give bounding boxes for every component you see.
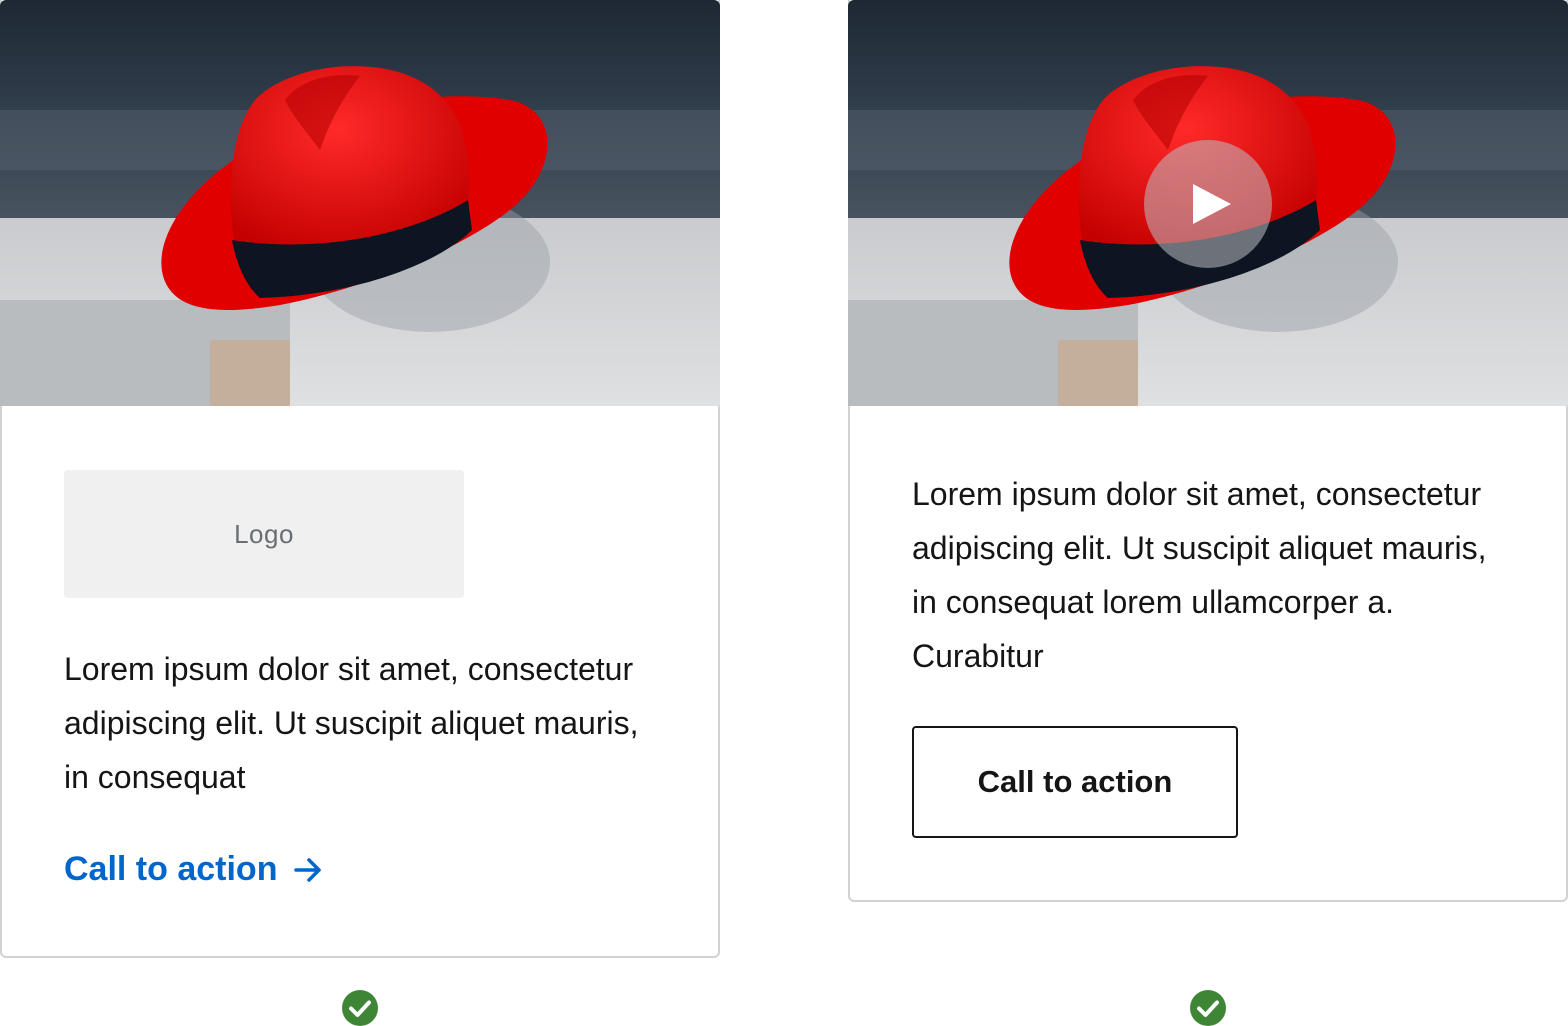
logo-placeholder: Logo bbox=[64, 470, 464, 598]
card-with-video: Lorem ipsum dolor sit amet, consectetur … bbox=[848, 0, 1568, 902]
call-to-action-button[interactable]: Call to action bbox=[912, 726, 1238, 838]
call-to-action-label: Call to action bbox=[64, 850, 278, 888]
play-button[interactable] bbox=[1144, 140, 1272, 268]
check-circle-icon bbox=[342, 990, 378, 1026]
play-icon bbox=[1193, 184, 1231, 224]
card-image bbox=[0, 0, 720, 406]
card-body-text: Lorem ipsum dolor sit amet, consectetur … bbox=[912, 476, 1487, 674]
card-body-text: Lorem ipsum dolor sit amet, consectetur … bbox=[64, 651, 639, 795]
arrow-right-icon bbox=[294, 857, 322, 882]
logo-placeholder-text: Logo bbox=[234, 518, 294, 549]
check-circle-icon bbox=[1190, 990, 1226, 1026]
card-with-logo: Logo Lorem ipsum dolor sit amet, consect… bbox=[0, 0, 720, 958]
card-video-thumbnail[interactable] bbox=[848, 0, 1568, 406]
call-to-action-link[interactable]: Call to action bbox=[64, 850, 323, 889]
hat-image bbox=[0, 0, 720, 406]
